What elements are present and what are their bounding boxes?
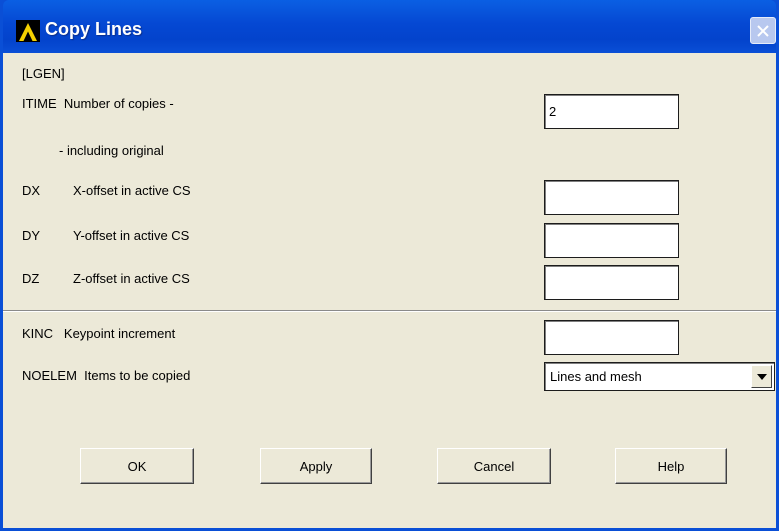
itime-label: ITIME Number of copies -: [22, 96, 174, 111]
section-divider: [3, 310, 776, 312]
dx-label: X-offset in active CS: [73, 183, 191, 198]
cancel-button[interactable]: Cancel: [437, 448, 551, 484]
dialog-body: [LGEN] ITIME Number of copies - - includ…: [3, 53, 776, 528]
itime-sublabel: - including original: [59, 143, 164, 158]
copy-lines-dialog: Copy Lines [LGEN] ITIME Number of copies…: [0, 0, 779, 531]
window-title: Copy Lines: [45, 19, 143, 39]
dropdown-arrow-button[interactable]: [751, 365, 772, 388]
noelem-label: NOELEM Items to be copied: [22, 368, 191, 383]
close-icon: [757, 24, 769, 37]
kinc-label: KINC Keypoint increment: [22, 326, 176, 341]
ok-button[interactable]: OK: [80, 448, 194, 484]
dz-input[interactable]: [544, 265, 679, 300]
help-button[interactable]: Help: [615, 448, 727, 484]
itime-input[interactable]: [544, 94, 679, 129]
apply-button[interactable]: Apply: [260, 448, 372, 484]
noelem-selected-value: Lines and mesh: [550, 369, 642, 384]
dx-input[interactable]: [544, 180, 679, 215]
dy-input[interactable]: [544, 223, 679, 258]
dx-code: DX: [22, 183, 41, 198]
dz-label: Z-offset in active CS: [73, 271, 190, 286]
dy-label: Y-offset in active CS: [73, 228, 190, 243]
kinc-input[interactable]: [544, 320, 679, 355]
dz-code: DZ: [22, 271, 40, 286]
noelem-select[interactable]: Lines and mesh: [544, 362, 775, 391]
close-button[interactable]: [750, 17, 776, 44]
chevron-down-icon: [756, 373, 767, 380]
ansys-logo-icon: [16, 20, 40, 42]
command-label: [LGEN]: [22, 66, 65, 81]
dy-code: DY: [22, 228, 41, 243]
title-bar[interactable]: Copy Lines: [3, 0, 776, 53]
